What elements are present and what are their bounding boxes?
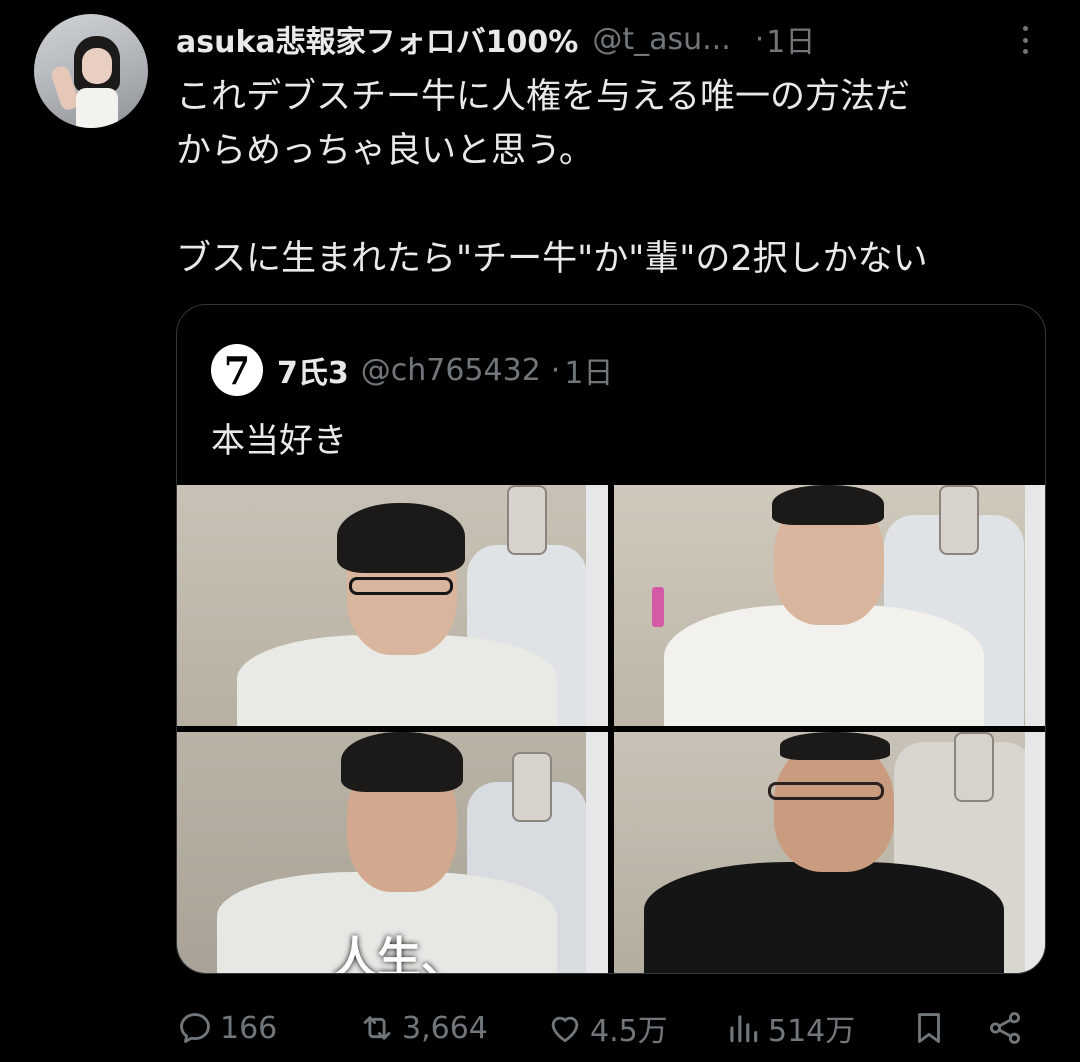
mirror-edge	[1025, 485, 1045, 726]
retweet-button[interactable]: 3,664	[358, 1006, 488, 1050]
quoted-tweet-header: 7 7氏3 @ch765432 · 1日	[211, 343, 613, 397]
mirror-edge	[586, 485, 608, 726]
quoted-author-handle: @ch765432	[360, 352, 541, 388]
tweet-text-line: ブスに生まれたら"チー牛"か"輩"の2択しかない	[176, 239, 928, 279]
tweet-timestamp[interactable]: 1日	[766, 17, 815, 61]
reply-icon	[180, 1013, 210, 1043]
author-handle[interactable]: @t_asu...	[592, 22, 730, 57]
avatar-top	[76, 88, 118, 128]
reply-count: 166	[220, 1010, 278, 1046]
phone-shape	[939, 485, 979, 555]
person-head	[774, 742, 894, 872]
reply-button[interactable]: 166	[176, 1006, 277, 1050]
more-options-icon[interactable]	[1015, 22, 1035, 58]
share-button[interactable]	[986, 1006, 1030, 1050]
avatar-face	[82, 48, 112, 84]
tweet-text-line: これデブスチー牛に人権を与える唯一の方法だ	[176, 77, 910, 117]
quoted-tweet-text: 本当好き	[211, 421, 347, 461]
bookmark-icon	[918, 1013, 940, 1043]
mirror-edge	[1025, 732, 1045, 973]
tweet-header: asuka悲報家フォロバ100% @t_asu... · 1日	[176, 14, 815, 64]
media-grid: 人生、	[177, 485, 1045, 974]
person-hair	[341, 732, 463, 792]
phone-shape	[512, 752, 552, 822]
view-count: 514万	[768, 1014, 856, 1049]
separator-dot: ·	[754, 21, 765, 57]
photo-overlay-text: 人生、	[333, 933, 465, 974]
like-count: 4.5万	[590, 1014, 668, 1049]
quoted-tweet-timestamp: 1日	[564, 356, 614, 391]
bottle-shape	[652, 587, 664, 627]
person-hair	[780, 732, 890, 760]
tweet-text: これデブスチー牛に人権を与える唯一の方法だ からめっちゃ良いと思う。 ブスに生ま…	[176, 70, 1046, 286]
share-icon	[989, 1012, 1021, 1044]
shirt-shape	[644, 862, 1004, 973]
media-photo[interactable]	[614, 732, 1045, 973]
quoted-author-avatar: 7	[211, 344, 263, 396]
quoted-tweet-card[interactable]: 7 7氏3 @ch765432 · 1日 本当好き 人生、	[176, 304, 1046, 974]
tweet-text-line: からめっちゃ良いと思う。	[176, 131, 594, 171]
person-hair	[337, 503, 465, 573]
person-hair	[772, 485, 884, 525]
phone-shape	[507, 485, 547, 555]
glasses-shape	[768, 782, 884, 800]
retweet-icon	[363, 1016, 391, 1040]
tweet-action-bar: 166 3,664 4.5万 514万	[176, 1006, 1046, 1050]
heart-icon	[551, 1016, 579, 1043]
media-photo[interactable]	[614, 485, 1045, 726]
quoted-author-display-name: 7氏3	[277, 356, 349, 391]
media-photo[interactable]	[177, 485, 608, 726]
phone-shape	[954, 732, 994, 802]
bookmark-button[interactable]	[910, 1006, 954, 1050]
author-display-name[interactable]: asuka悲報家フォロバ100%	[176, 17, 578, 61]
separator-dot: ·	[550, 352, 561, 388]
glasses-shape	[349, 577, 453, 595]
retweet-count: 3,664	[402, 1010, 488, 1046]
author-avatar[interactable]	[34, 14, 148, 128]
media-photo[interactable]: 人生、	[177, 732, 608, 974]
analytics-icon	[730, 1015, 758, 1043]
mirror-edge	[586, 732, 608, 973]
like-button[interactable]: 4.5万	[546, 1006, 668, 1050]
views-button[interactable]: 514万	[724, 1006, 855, 1050]
